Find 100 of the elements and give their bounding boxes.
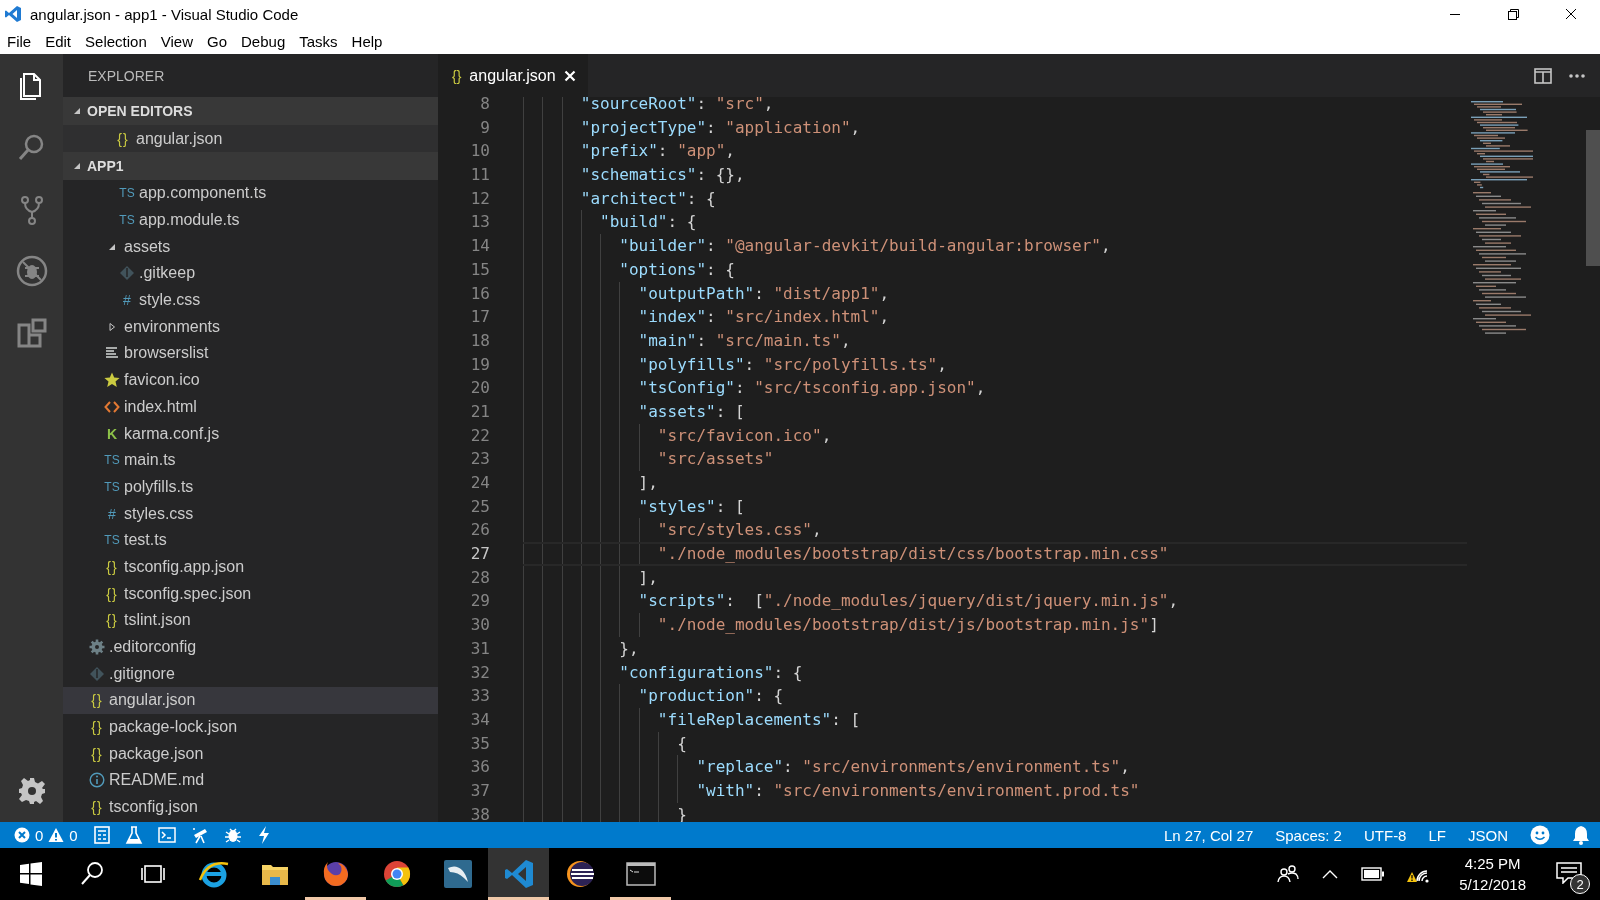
- json-icon: {}: [91, 719, 103, 736]
- taskbar-button[interactable]: [488, 848, 549, 900]
- error-count[interactable]: 0: [35, 826, 44, 844]
- menu-item[interactable]: Debug: [234, 32, 293, 50]
- telescope-icon[interactable]: [190, 826, 209, 844]
- close-icon[interactable]: [563, 69, 576, 82]
- line-number: 31: [469, 637, 490, 660]
- line-number: 30: [469, 614, 490, 637]
- star-icon: [104, 372, 120, 389]
- notification-count-badge: 2: [1570, 874, 1590, 894]
- collapsed-arrow-icon[interactable]: [108, 322, 116, 331]
- lightning-icon[interactable]: [256, 826, 271, 844]
- tree-item[interactable]: # styles.css: [63, 500, 438, 527]
- tree-item[interactable]: browserslist: [63, 340, 438, 367]
- code-line: "with": "src/environments/environment.prod.ts": [523, 778, 1140, 803]
- css-icon: #: [123, 292, 131, 309]
- status-item[interactable]: UTF-8: [1363, 826, 1407, 844]
- menu-item[interactable]: File: [0, 32, 39, 50]
- clock-time[interactable]: 4:25 PM: [1464, 853, 1521, 874]
- split-editor-icon[interactable]: [1534, 67, 1552, 84]
- code-line: "configurations": {: [523, 660, 803, 685]
- app-logo-icon: [4, 5, 22, 23]
- warning-count[interactable]: 0: [69, 826, 78, 844]
- code-line: "polyfills": "src/polyfills.ts",: [523, 352, 947, 377]
- code-line: "./node_modules/bootstrap/dist/js/bootstrap.min.js"]: [523, 613, 1159, 637]
- section-header[interactable]: APP1: [63, 152, 438, 180]
- open-editor-item[interactable]: {} angular.json: [63, 125, 438, 152]
- tree-item[interactable]: TS app.component.ts: [63, 180, 438, 207]
- status-item[interactable]: LF: [1428, 826, 1446, 844]
- code-line: }: [523, 802, 687, 822]
- ts-icon: TS: [119, 212, 135, 229]
- tree-item[interactable]: assets: [63, 233, 438, 261]
- line-number: 36: [469, 756, 490, 779]
- tree-item[interactable]: environments: [63, 313, 438, 341]
- line-number: 33: [469, 685, 490, 708]
- tree-item[interactable]: TS polyfills.ts: [63, 473, 438, 501]
- section-title: OPEN EDITORS: [87, 103, 193, 119]
- terminal-icon[interactable]: [157, 827, 176, 843]
- tree-item[interactable]: {} tsconfig.json: [63, 793, 438, 821]
- chevron-up-icon[interactable]: [1321, 868, 1340, 880]
- scrollbar-thumb[interactable]: [1586, 130, 1600, 266]
- gear-icon: [89, 639, 105, 656]
- tree-item[interactable]: TS main.ts: [63, 446, 438, 474]
- code-line: "build": {: [523, 210, 697, 235]
- code-line: "assets": [: [523, 399, 745, 424]
- tree-item[interactable]: index.html: [63, 393, 438, 421]
- menu-item[interactable]: Go: [200, 32, 234, 50]
- ts-icon: TS: [104, 532, 120, 549]
- expanded-arrow-icon[interactable]: [73, 107, 81, 115]
- menu-item[interactable]: View: [153, 32, 200, 50]
- people-icon[interactable]: [1277, 864, 1300, 884]
- tree-item[interactable]: .editorconfig: [63, 633, 438, 661]
- flask-icon[interactable]: [124, 826, 143, 844]
- tree-item[interactable]: {} angular.json: [63, 687, 438, 714]
- status-item[interactable]: Ln 27, Col 27: [1164, 826, 1254, 844]
- tree-item[interactable]: TS app.module.ts: [63, 206, 438, 234]
- json-icon: {}: [106, 558, 118, 575]
- tree-item[interactable]: K karma.conf.js: [63, 420, 438, 447]
- tree-item[interactable]: {} tsconfig.spec.json: [63, 580, 438, 607]
- more-actions-icon[interactable]: [1568, 72, 1586, 79]
- expanded-arrow-icon[interactable]: [108, 242, 116, 251]
- code-line: "styles": [: [523, 494, 745, 519]
- line-number: 12: [469, 187, 490, 210]
- code-line: "index": "src/index.html",: [523, 305, 890, 329]
- tree-item[interactable]: .gitkeep: [63, 260, 438, 287]
- settings-icon[interactable]: [16, 776, 47, 806]
- tree-item[interactable]: TS test.ts: [63, 526, 438, 554]
- tree-item[interactable]: favicon.ico: [63, 366, 438, 394]
- line-number: 15: [469, 258, 490, 281]
- expanded-arrow-icon[interactable]: [73, 162, 81, 170]
- clock-date[interactable]: 5/12/2018: [1459, 874, 1526, 895]
- section-title: APP1: [87, 158, 124, 174]
- tree-item[interactable]: README.md: [63, 767, 438, 794]
- menu-item[interactable]: Edit: [38, 32, 79, 50]
- status-item[interactable]: JSON: [1468, 826, 1508, 844]
- tree-item[interactable]: {} tsconfig.app.json: [63, 553, 438, 581]
- smiley-icon[interactable]: [1530, 825, 1550, 845]
- tree-item[interactable]: {} package-lock.json: [63, 713, 438, 741]
- code-line: "replace": "src/environments/environment.ts",: [523, 755, 1130, 779]
- warning-icon[interactable]: [48, 827, 65, 843]
- code-line: "prefix": "app",: [523, 139, 735, 164]
- battery-icon[interactable]: [1361, 867, 1386, 881]
- code-line: "projectType": "application",: [523, 115, 861, 140]
- menu-item[interactable]: Selection: [78, 32, 154, 50]
- error-icon[interactable]: [14, 827, 30, 843]
- editor-tab[interactable]: {} angular.json: [438, 54, 588, 97]
- menu-item[interactable]: Help: [344, 32, 390, 50]
- json-icon: {}: [117, 130, 129, 147]
- menu-item[interactable]: Tasks: [292, 32, 345, 50]
- document-icon[interactable]: [93, 826, 110, 844]
- status-item[interactable]: Spaces: 2: [1275, 826, 1342, 844]
- tree-item[interactable]: {} tslint.json: [63, 607, 438, 634]
- bug-icon[interactable]: [14, 254, 49, 288]
- bug-icon[interactable]: [223, 826, 242, 844]
- bell-icon[interactable]: [1572, 825, 1590, 845]
- tree-item[interactable]: .gitignore: [63, 660, 438, 688]
- tree-item[interactable]: {} package.json: [63, 740, 438, 768]
- ts-icon: TS: [119, 185, 135, 202]
- tree-item[interactable]: # style.css: [63, 286, 438, 314]
- section-header[interactable]: OPEN EDITORS: [63, 97, 438, 125]
